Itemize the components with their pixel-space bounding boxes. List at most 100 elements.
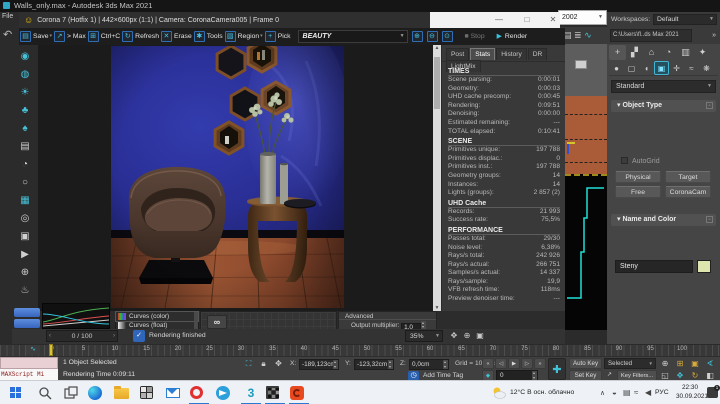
tab-hierarchy[interactable]: ⌂ (643, 45, 660, 60)
spinner[interactable] (333, 360, 338, 369)
corona-scatter-icon[interactable]: ♣ (12, 102, 38, 120)
zoom-out-button[interactable]: ⊖ (426, 30, 440, 43)
tray-app-icon[interactable]: ◒ (612, 388, 617, 397)
spinner[interactable] (388, 360, 393, 369)
play-button[interactable]: ▶ (508, 358, 520, 369)
project-folder-dropdown[interactable]: C:\Users\fl..ds Max 2021 (610, 29, 692, 42)
autogrid-checkbox[interactable]: AutoGrid (621, 157, 660, 165)
button-physical[interactable]: Physical (615, 171, 661, 183)
orange-app-icon[interactable] (290, 384, 308, 402)
menu-file[interactable]: File (2, 13, 13, 20)
dark-grid-app-icon[interactable] (266, 384, 284, 402)
spinner[interactable] (532, 371, 537, 380)
corona-light-material-icon[interactable]: ◎ (12, 210, 38, 228)
time-slider[interactable] (49, 344, 53, 356)
start-button[interactable] (6, 384, 24, 402)
corona-layered-material-icon[interactable]: ▦ (12, 192, 38, 210)
copy-button[interactable]: ⊞ Ctrl+C (87, 30, 120, 43)
search-icon[interactable] (36, 384, 54, 402)
vfb-zoom-dropdown[interactable]: 35% ▼ (405, 330, 443, 342)
weather-icon[interactable] (492, 386, 506, 400)
button-free[interactable]: Free (615, 186, 661, 198)
auto-key-button[interactable]: Auto Key (569, 358, 602, 369)
next-frame-button[interactable]: ▷ (521, 358, 533, 369)
tab-motion[interactable]: ◔ (660, 45, 677, 60)
layers-icon[interactable]: ≣ (574, 30, 582, 40)
edge-icon[interactable] (88, 384, 106, 402)
object-name-field[interactable]: Steny (615, 260, 693, 273)
go-start-button[interactable]: « (482, 358, 494, 369)
zoom-tool-icon[interactable]: ⊕ (461, 330, 473, 342)
close-button[interactable]: ✕ (542, 12, 564, 28)
absolute-mode-icon[interactable]: ✥ (273, 359, 284, 369)
viewport-fragment[interactable] (565, 44, 607, 174)
track-bar[interactable]: 0510152025303540455055606570758085909510… (0, 344, 720, 356)
tab-utilities[interactable]: ✦ (694, 45, 711, 60)
refresh-button[interactable]: ↻ Refresh (122, 30, 159, 43)
cat-geometry[interactable]: ● (609, 62, 624, 76)
z-coordinate-field[interactable]: 0,0cm (409, 359, 449, 370)
corona-light-icon[interactable]: ◍ (12, 66, 38, 84)
frame-range-slider[interactable]: ‹ 0 / 100 › (46, 330, 118, 342)
range-left-arrow[interactable]: ‹ (49, 331, 51, 342)
button-target[interactable]: Target (665, 171, 711, 183)
cat-lights[interactable]: ◖ (639, 62, 654, 76)
file-explorer-icon[interactable] (114, 384, 132, 402)
zoom-icon[interactable]: ⊕ (658, 358, 672, 369)
corona-teapot-icon[interactable]: ♨ (12, 282, 38, 300)
zoom-fit-button[interactable]: ⊙ (441, 30, 455, 43)
x-coordinate-field[interactable]: -189,123cm (299, 359, 339, 370)
3dsmax-icon[interactable]: 3 (242, 384, 260, 402)
cat-shapes[interactable]: ▢ (624, 62, 639, 76)
task-view-icon[interactable] (62, 384, 80, 402)
erase-button[interactable]: ✕ Erase (160, 30, 192, 43)
undo-icon[interactable]: ↶ (3, 28, 12, 41)
corona-target-icon[interactable]: ⊕ (12, 264, 38, 282)
blue-button[interactable] (14, 308, 40, 317)
minimize-button[interactable]: — (488, 12, 510, 28)
prev-frame-button[interactable]: ◁ (495, 358, 507, 369)
tray-expand-icon[interactable]: ∧ (600, 389, 605, 397)
corona-bitmap-icon[interactable]: ▤ (12, 138, 38, 156)
mail-icon[interactable] (166, 384, 184, 402)
maximize-button[interactable]: □ (516, 12, 538, 28)
blue-button[interactable] (14, 319, 40, 328)
tangent-icon[interactable]: ↗ (604, 370, 615, 380)
save-button[interactable]: ▤ Save▾ (20, 30, 52, 43)
button-coronacam[interactable]: CoronaCam (665, 186, 711, 198)
spinner[interactable] (443, 360, 448, 369)
clock[interactable]: 22:30 30.09.2021 (676, 384, 708, 401)
spinner[interactable] (421, 321, 427, 329)
search-icon[interactable]: ∞ (207, 315, 227, 329)
store-icon[interactable] (140, 384, 158, 402)
cat-systems[interactable]: ❋ (699, 62, 714, 76)
vfb-titlebar[interactable]: ☺ Corona 7 (Hotfix 1) | 442×600px (1:1) |… (19, 12, 430, 28)
map-type-item[interactable]: Curves (color) (115, 311, 199, 322)
tray-display-icon[interactable]: ▤ (623, 388, 631, 397)
scroll-up-icon[interactable]: ▲ (433, 45, 441, 51)
category-dropdown[interactable]: Standard ▼ (611, 80, 716, 93)
add-time-tag[interactable]: Add Time Tag (423, 372, 463, 379)
render-button[interactable]: ▶ Render (487, 30, 528, 43)
vfb-tab-post[interactable]: Post (446, 48, 470, 60)
weather-text[interactable]: 12°C В осн. облачно (510, 389, 574, 396)
vfb-tab-dr[interactable]: DR (527, 48, 548, 60)
corona-lampshade-icon[interactable]: ◔ (12, 156, 38, 174)
cat-cameras[interactable]: ▣ (654, 61, 669, 75)
tools-button[interactable]: ✱ Tools (193, 30, 223, 43)
to-max-button[interactable]: ↗ > Max (54, 30, 86, 43)
corona-camera-icon[interactable]: ◉ (12, 48, 38, 66)
vfb-tab-stats[interactable]: Stats (470, 48, 496, 60)
rollout-name-color[interactable]: ▾ Name and Color ▫ (611, 214, 716, 226)
corona-proxy-icon[interactable]: ♠ (12, 120, 38, 138)
stop-button[interactable]: ■ Stop (457, 30, 485, 43)
opera-icon[interactable] (190, 384, 208, 402)
selection-lock-icon[interactable]: 🔒︎ (258, 359, 269, 369)
mini-curve-editor-toggle[interactable]: ∿ (26, 345, 40, 355)
curve-editor-icon[interactable]: ∿ (584, 30, 592, 40)
corona-sun-icon[interactable]: ☀ (12, 84, 38, 102)
range-right-arrow[interactable]: › (113, 331, 115, 342)
tab-modify[interactable]: ▞ (626, 45, 643, 60)
zoom-extents-icon[interactable]: ▣ (688, 358, 702, 369)
tray-network-icon[interactable]: ≈ (634, 388, 638, 397)
